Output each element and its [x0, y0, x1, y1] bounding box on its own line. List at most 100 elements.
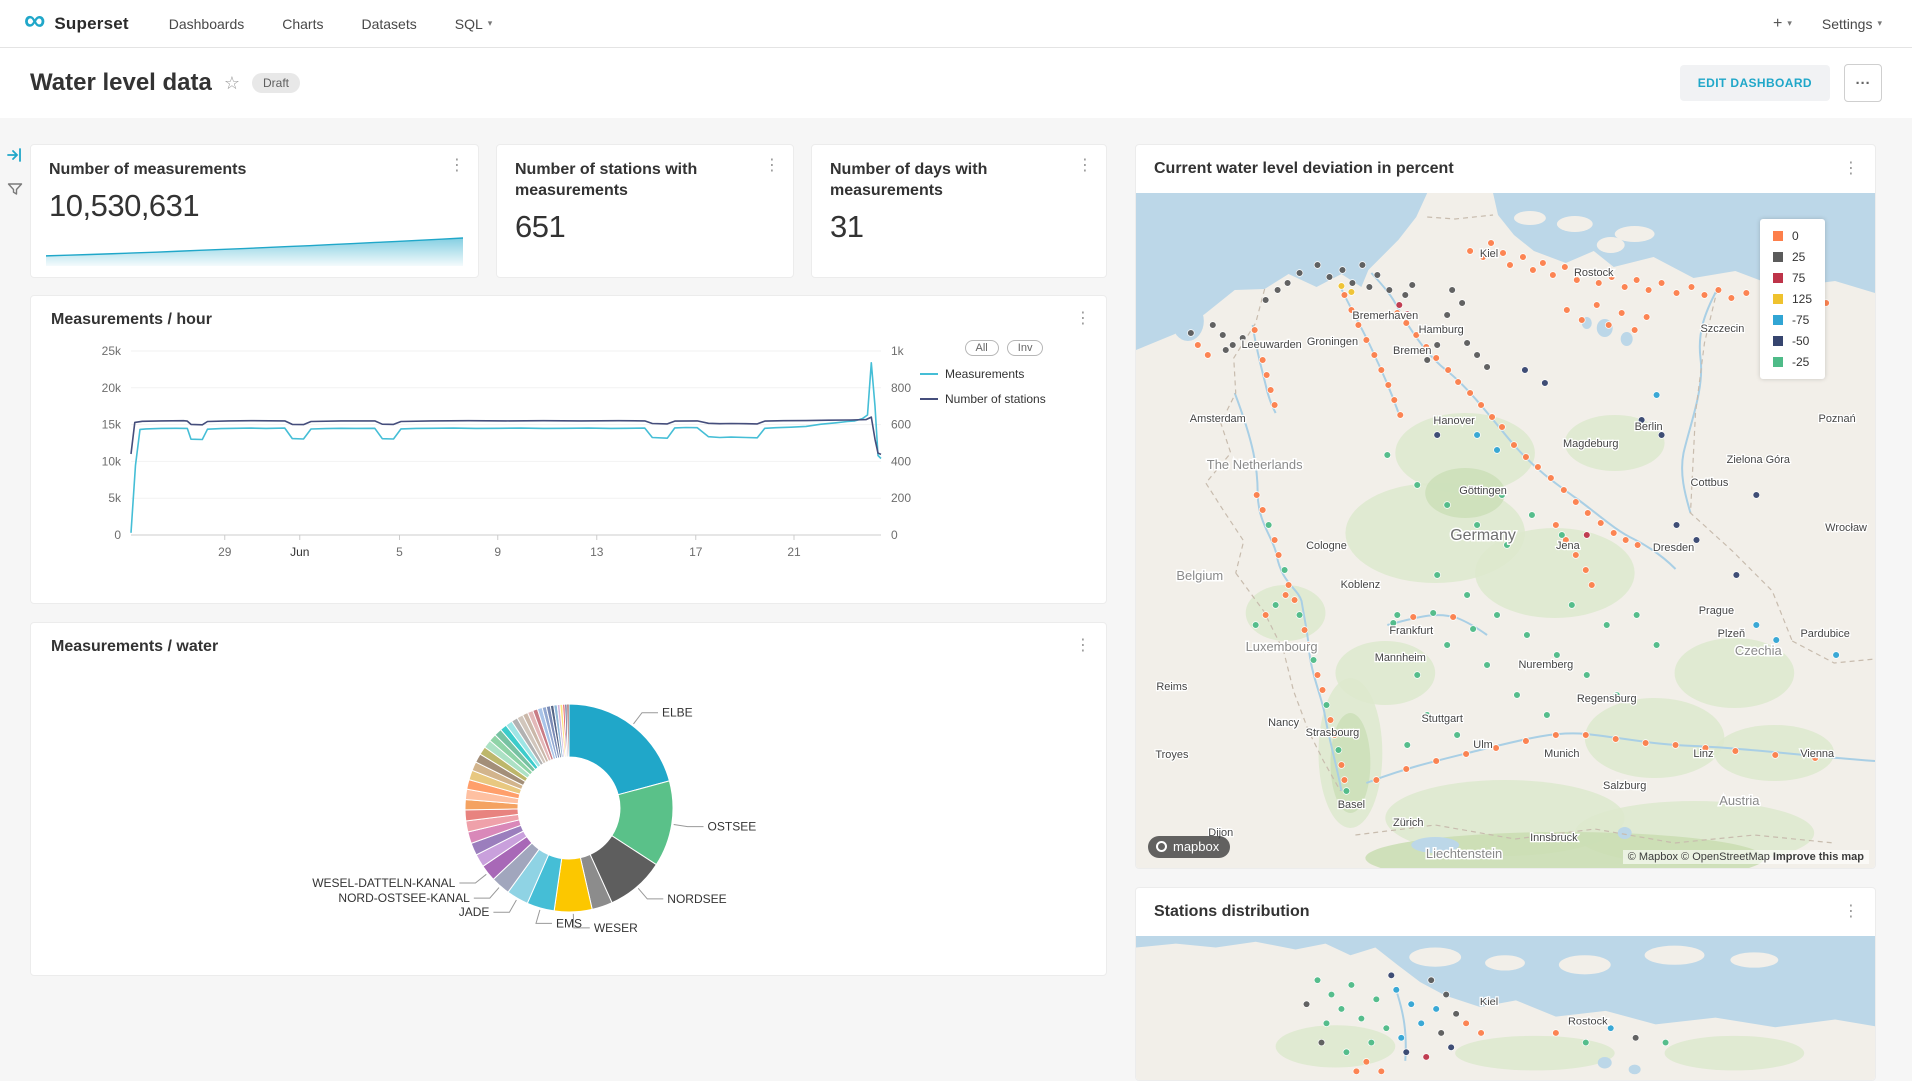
svg-text:15k: 15k: [102, 418, 122, 432]
nav-right: + ▾ Settings ▾: [1773, 15, 1882, 33]
nav-datasets[interactable]: Datasets: [361, 16, 416, 32]
more-options-button[interactable]: ···: [1844, 64, 1882, 102]
svg-text:Austria: Austria: [1719, 793, 1760, 808]
map-legend-item[interactable]: -50: [1773, 334, 1812, 348]
svg-text:Frankfurt: Frankfurt: [1389, 625, 1433, 637]
svg-text:Dresden: Dresden: [1653, 542, 1694, 554]
svg-text:Mannheim: Mannheim: [1375, 652, 1426, 664]
svg-text:The Netherlands: The Netherlands: [1207, 457, 1303, 472]
kebab-menu-icon[interactable]: ⋮: [1075, 638, 1091, 654]
svg-text:Czechia: Czechia: [1735, 643, 1783, 658]
svg-text:Pardubice: Pardubice: [1800, 628, 1849, 640]
map-canvas[interactable]: KielRostockSzczecinBremerhavenHamburgBre…: [1136, 193, 1875, 868]
improve-map-link[interactable]: Improve this map: [1773, 851, 1864, 863]
svg-text:Cottbus: Cottbus: [1691, 477, 1729, 489]
kebab-menu-icon[interactable]: ⋮: [1077, 158, 1093, 174]
legend-all-button[interactable]: All: [965, 340, 999, 356]
legend-color-swatch: [1773, 231, 1783, 241]
legend-inv-button[interactable]: Inv: [1007, 340, 1044, 356]
favorite-star-icon[interactable]: ☆: [224, 73, 240, 94]
nav-sql[interactable]: SQL ▾: [455, 16, 493, 32]
svg-text:Luxembourg: Luxembourg: [1246, 639, 1318, 654]
svg-text:Groningen: Groningen: [1307, 336, 1358, 348]
nav-dashboards[interactable]: Dashboards: [169, 16, 245, 32]
legend-item-stations[interactable]: Number of stations: [920, 392, 1088, 406]
legend-color-swatch: [1773, 336, 1783, 346]
settings-label: Settings: [1822, 16, 1873, 32]
svg-text:Nuremberg: Nuremberg: [1518, 659, 1573, 671]
legend-color-swatch: [1773, 252, 1783, 262]
svg-text:Liechtenstein: Liechtenstein: [1426, 846, 1502, 861]
kebab-menu-icon[interactable]: ⋮: [449, 158, 465, 174]
svg-text:Bremerhaven: Bremerhaven: [1352, 310, 1418, 322]
svg-text:Amsterdam: Amsterdam: [1190, 413, 1246, 425]
map-attribution: © Mapbox © OpenStreetMap Improve this ma…: [1623, 850, 1869, 864]
svg-text:Magdeburg: Magdeburg: [1563, 438, 1618, 450]
kpi-title: Number of stations with measurements: [515, 160, 775, 202]
svg-text:NORD-OSTSEE-KANAL: NORD-OSTSEE-KANAL: [338, 891, 470, 905]
map-legend-item[interactable]: -25: [1773, 355, 1812, 369]
edit-dashboard-button[interactable]: EDIT DASHBOARD: [1680, 65, 1830, 101]
svg-text:Nancy: Nancy: [1268, 717, 1300, 729]
legend-value: -25: [1792, 355, 1809, 369]
svg-text:0: 0: [114, 528, 121, 542]
svg-text:Basel: Basel: [1338, 799, 1365, 811]
svg-text:Prague: Prague: [1699, 605, 1734, 617]
filter-funnel-icon[interactable]: [6, 180, 24, 198]
legend-swatch: [920, 398, 938, 400]
kpi-card-measurements: Number of measurements ⋮ 10,530,631: [30, 144, 479, 278]
mapbox-logo-icon: [1156, 841, 1167, 852]
expand-filter-bar-icon[interactable]: [6, 146, 24, 164]
status-badge: Draft: [252, 73, 300, 93]
svg-text:10k: 10k: [102, 454, 122, 468]
kebab-menu-icon[interactable]: ⋮: [1843, 904, 1859, 920]
kpi-title: Number of measurements: [49, 160, 460, 181]
map-legend-item[interactable]: -75: [1773, 313, 1812, 327]
svg-text:Leeuwarden: Leeuwarden: [1241, 339, 1301, 351]
svg-text:Plzeň: Plzeň: [1718, 628, 1745, 640]
map-legend-item[interactable]: 75: [1773, 271, 1812, 285]
svg-text:Bremen: Bremen: [1393, 345, 1431, 357]
svg-text:Poznań: Poznań: [1819, 413, 1856, 425]
measurements-per-water-card: Measurements / water ⋮ ELBEOSTSEENORDSEE…: [30, 622, 1107, 976]
plus-icon: +: [1773, 15, 1782, 33]
settings-menu[interactable]: Settings ▾: [1822, 16, 1882, 32]
chevron-down-icon: ▾: [1877, 18, 1882, 29]
svg-text:Wrocław: Wrocław: [1825, 522, 1867, 534]
new-button[interactable]: + ▾: [1773, 15, 1792, 33]
svg-text:Regensburg: Regensburg: [1577, 693, 1637, 705]
svg-text:5k: 5k: [108, 491, 122, 505]
chart-title: Stations distribution: [1154, 903, 1310, 921]
svg-text:Rostock: Rostock: [1568, 1015, 1608, 1027]
svg-text:400: 400: [891, 454, 911, 468]
map-legend-item[interactable]: 0: [1773, 229, 1812, 243]
kpi-card-stations: Number of stations with measurements ⋮ 6…: [496, 144, 794, 278]
svg-text:600: 600: [891, 418, 911, 432]
kpi-row: Number of measurements ⋮ 10,530,631 Numb…: [30, 144, 1107, 278]
nav-charts[interactable]: Charts: [282, 16, 323, 32]
kpi-value: 31: [830, 209, 1088, 245]
map-legend-item[interactable]: 125: [1773, 292, 1812, 306]
svg-text:25k: 25k: [102, 344, 122, 358]
svg-text:29: 29: [218, 545, 232, 559]
svg-text:JADE: JADE: [459, 905, 490, 919]
svg-text:Jena: Jena: [1556, 540, 1581, 552]
dashboard-body: Number of measurements ⋮ 10,530,631 Numb…: [0, 118, 1912, 1081]
map-legend-item[interactable]: 25: [1773, 250, 1812, 264]
legend-value: -75: [1792, 313, 1809, 327]
map-canvas[interactable]: KielRostock: [1136, 936, 1875, 1080]
superset-brand[interactable]: ∞ Superset: [24, 9, 129, 39]
svg-text:OSTSEE: OSTSEE: [708, 820, 757, 834]
main-nav: Dashboards Charts Datasets SQL ▾: [169, 16, 1773, 32]
legend-color-swatch: [1773, 273, 1783, 283]
kebab-menu-icon[interactable]: ⋮: [1075, 311, 1091, 327]
svg-text:Göttingen: Göttingen: [1459, 485, 1507, 497]
chevron-down-icon: ▾: [1787, 18, 1792, 29]
kebab-menu-icon[interactable]: ⋮: [764, 158, 780, 174]
mapbox-logo[interactable]: mapbox: [1148, 836, 1230, 858]
svg-text:Salzburg: Salzburg: [1603, 780, 1646, 792]
svg-text:21: 21: [787, 545, 801, 559]
legend-item-measurements[interactable]: Measurements: [920, 367, 1088, 381]
svg-text:Zürich: Zürich: [1393, 817, 1423, 829]
kebab-menu-icon[interactable]: ⋮: [1843, 161, 1859, 177]
